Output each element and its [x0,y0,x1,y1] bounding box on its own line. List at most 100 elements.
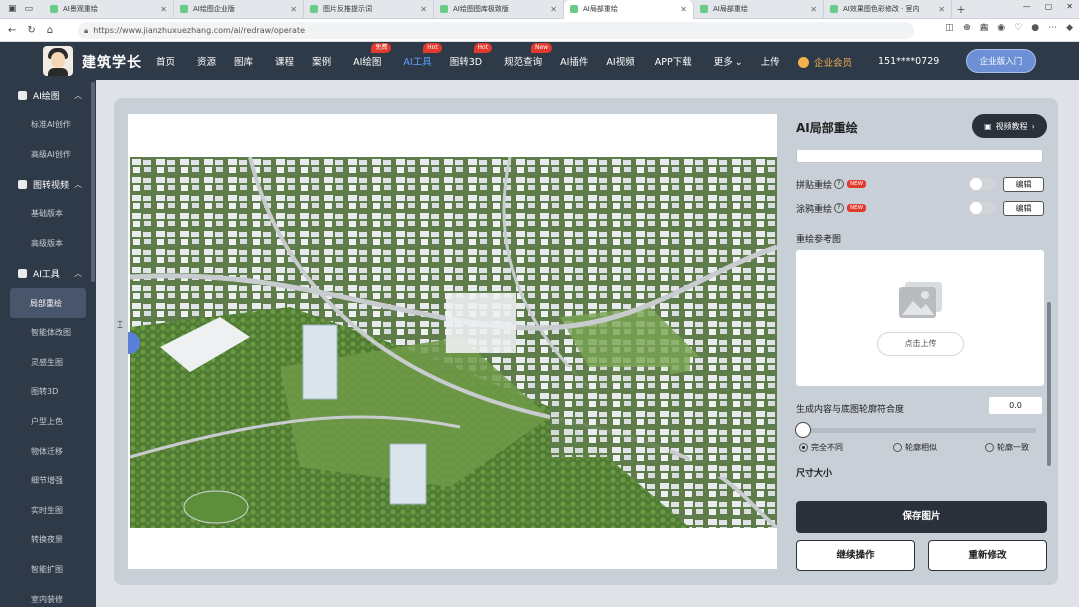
brand-name[interactable]: 建筑学长 [82,52,142,72]
sidebar-item[interactable]: 图转3D [0,377,96,407]
browser-tab[interactable]: AI绘图企业版 ✕ [174,0,304,19]
home-icon[interactable]: ⌂ [47,25,53,36]
sidebar-item[interactable]: 基础版本 [0,199,96,229]
paste-redraw-edit-button[interactable]: 编辑 [1003,176,1044,192]
video-tutorial-button[interactable]: ▣ 视频教程 › [972,114,1047,138]
close-tab-icon[interactable]: ✕ [810,5,817,14]
sidebar-item[interactable]: 高级AI创作 [0,140,96,170]
contour-radio-option[interactable]: 轮廓一致 [985,442,1029,453]
panel-scrollbar[interactable] [1047,302,1051,466]
nav-item[interactable]: 上传 [761,54,780,68]
sidebar-item[interactable]: 户型上色 [0,407,96,437]
profile-icon[interactable]: ● [1031,23,1039,33]
sidebar-item[interactable]: 灵感生图 [0,348,96,378]
browser-tab[interactable]: AI绘图图库极致版 ✕ [434,0,564,19]
enterprise-entry-button[interactable]: 企业版入门 [966,49,1036,73]
nav-item[interactable]: 图转3D Hot [450,43,493,68]
contour-fit-slider[interactable] [801,428,1036,433]
sidebar-group[interactable]: AI工具 ︿ [0,258,96,288]
help-icon[interactable]: ? [834,179,845,189]
sidebar-item[interactable]: 局部重绘 [10,288,86,318]
reload-icon[interactable]: ↻ [27,25,35,36]
close-tab-icon[interactable]: ✕ [420,5,427,14]
sidebar-item[interactable]: 室内装修 [0,584,96,607]
nav-item[interactable]: 规范查询 New [504,43,553,68]
sidebar-item[interactable]: 实时生图 [0,496,96,526]
radio-dot[interactable] [799,443,808,452]
browser-tab[interactable]: AI局部重绘 ✕ [564,0,694,19]
nav-item[interactable]: 案例 [312,54,331,68]
collections-icon[interactable]: ▤ [980,23,989,33]
redo-button[interactable]: 重新修改 [928,540,1047,571]
reference-upload-area[interactable]: 点击上传 [796,250,1044,386]
user-phone[interactable]: 151****0729 [878,56,939,67]
aerial-city-image[interactable] [130,157,777,528]
lock-icon[interactable]: 🔒︎ [84,26,88,36]
logo-avatar[interactable] [43,46,73,76]
window-controls: — ▢ ✕ [1023,2,1073,11]
contour-radio-option[interactable]: 轮廓相似 [893,442,937,453]
contour-radio-option[interactable]: 完全不同 [799,442,843,453]
favorites-icon[interactable]: ☆ [963,23,971,33]
graffiti-redraw-toggle[interactable] [969,201,996,215]
sidebar-item[interactable]: 物体迁移 [0,436,96,466]
sidebar-group[interactable]: AI绘图 ︿ [0,80,96,110]
sidebar-item[interactable]: 转换夜景 [0,525,96,555]
workspace-icon[interactable]: ▣ [8,4,17,14]
nav-item[interactable]: 更多 ⌄ [714,54,743,68]
radio-dot[interactable] [893,443,902,452]
slider-knob[interactable] [795,422,811,438]
close-tab-icon[interactable]: ✕ [680,5,687,14]
vip-label: 企业会员 [814,58,853,69]
nav-item[interactable]: APP下载 [655,54,692,68]
vip-badge[interactable]: 企业会员 [798,55,852,69]
tab-actions-icon[interactable]: ▭ [25,4,34,14]
extension-icon[interactable]: ◉ [997,23,1005,33]
browser-tab[interactable]: AI景观重绘 ✕ [44,0,174,19]
nav-item[interactable]: AI绘图 免费 [353,43,392,68]
help-icon[interactable]: ? [834,203,845,213]
nav-item[interactable]: 图库 [234,54,253,68]
nav-item[interactable]: AI插件 [560,54,588,68]
browser-tab[interactable]: AI局部重绘 ✕ [694,0,824,19]
sidebar-item[interactable]: 高级版本 [0,229,96,259]
nav-item[interactable]: 课程 [275,54,294,68]
radio-dot[interactable] [985,443,994,452]
sidebar-item[interactable]: 细节增强 [0,466,96,496]
nav-item[interactable]: AI工具 Hot [403,43,442,68]
browser-tab[interactable]: 图片反推提示词 ✕ [304,0,434,19]
close-tab-icon[interactable]: ✕ [550,5,557,14]
browser-tab[interactable]: AI效果图色彩修改 · 室内 ✕ [824,0,952,19]
continue-button[interactable]: 继续操作 [796,540,915,571]
save-image-button[interactable]: 保存图片 [796,501,1047,533]
close-tab-icon[interactable]: ✕ [160,5,167,14]
copilot-icon[interactable]: ◆ [1066,23,1073,33]
nav-label: APP下载 [654,57,692,68]
contour-fit-input[interactable]: 0.0 [988,396,1043,415]
nav-item[interactable]: 资源 [197,54,216,68]
paste-redraw-toggle[interactable] [969,177,996,191]
click-upload-button[interactable]: 点击上传 [877,332,964,356]
sidebar-item[interactable]: 智能扩图 [0,555,96,585]
nav-item[interactable]: AI视频 [606,54,634,68]
sidebar-group[interactable]: 图转视频 ︿ [0,169,96,199]
maximize-icon[interactable]: ▢ [1045,2,1053,11]
graffiti-redraw-edit-button[interactable]: 编辑 [1003,200,1044,216]
prompt-textarea[interactable] [796,150,1043,163]
new-tab-button[interactable]: + [952,3,970,16]
close-window-icon[interactable]: ✕ [1066,2,1073,11]
back-icon[interactable]: ← [8,25,16,36]
nav-label: 规范查询 [504,57,543,68]
close-tab-icon[interactable]: ✕ [290,5,297,14]
split-screen-icon[interactable]: ◫ [945,23,954,33]
tab-favicon-icon [440,5,448,13]
close-tab-icon[interactable]: ✕ [938,5,945,14]
address-bar[interactable]: 🔒︎ https://www.jianzhuxuezhang.com/ai/re… [78,22,914,39]
nav-label: 更多 [713,57,733,68]
minimize-icon[interactable]: — [1023,2,1031,11]
browser-essentials-icon[interactable]: ♡ [1014,23,1022,33]
nav-item[interactable]: 首页 [156,54,175,68]
sidebar-item[interactable]: 标准AI创作 [0,110,96,140]
menu-icon[interactable]: ⋯ [1048,23,1057,33]
sidebar-item[interactable]: 智能体改图 [0,318,96,348]
